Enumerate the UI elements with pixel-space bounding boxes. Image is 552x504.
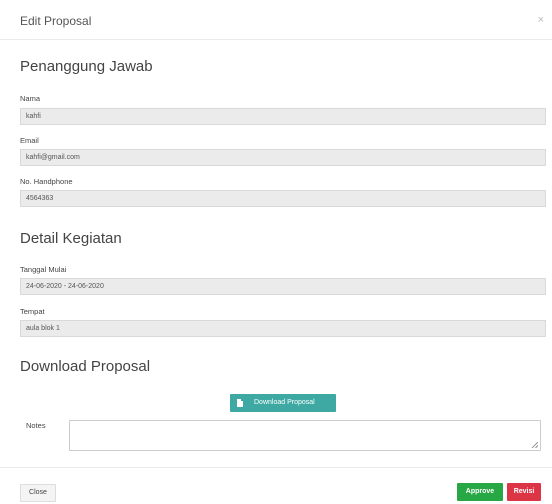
section-title-detail-kegiatan: Detail Kegiatan <box>20 230 122 247</box>
edit-proposal-modal: Edit Proposal × Penanggung Jawab Nama ka… <box>0 0 552 504</box>
close-button[interactable]: Close <box>20 484 56 502</box>
no-handphone-label: No. Handphone <box>20 177 73 186</box>
file-icon <box>237 399 243 407</box>
notes-textarea[interactable] <box>69 420 541 451</box>
download-proposal-button[interactable]: Download Proposal <box>230 394 336 412</box>
email-label: Email <box>20 136 39 145</box>
no-handphone-field[interactable]: 4564363 <box>20 190 546 207</box>
section-title-download-proposal: Download Proposal <box>20 358 151 375</box>
nama-field[interactable]: kahfi <box>20 108 546 125</box>
tempat-field[interactable]: aula blok 1 <box>20 320 546 337</box>
resize-handle-icon[interactable] <box>532 442 538 448</box>
modal-header: Edit Proposal × <box>0 0 552 40</box>
approve-button[interactable]: Approve <box>457 483 503 501</box>
tempat-label: Tempat <box>20 307 45 316</box>
section-title-penanggung-jawab: Penanggung Jawab <box>20 58 153 75</box>
download-proposal-label: Download Proposal <box>254 399 315 406</box>
close-icon[interactable]: × <box>538 14 544 26</box>
revisi-button[interactable]: Revisi <box>507 483 541 501</box>
modal-footer: Close Approve Revisi <box>0 467 552 504</box>
email-field[interactable]: kahfi@gmail.com <box>20 149 546 166</box>
notes-label: Notes <box>26 421 46 430</box>
modal-title: Edit Proposal <box>20 14 92 28</box>
nama-label: Nama <box>20 94 41 103</box>
tanggal-mulai-field[interactable]: 24-06-2020 - 24-06-2020 <box>20 278 546 295</box>
tanggal-mulai-label: Tanggal Mulai <box>20 265 67 274</box>
